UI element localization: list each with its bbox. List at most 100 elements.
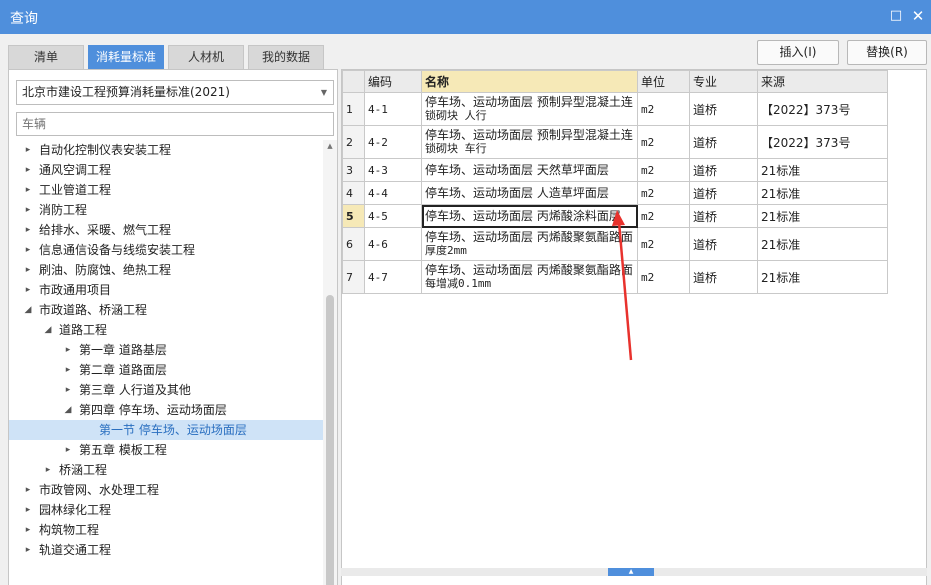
cell-code[interactable]: 4-7 — [364, 260, 422, 294]
collapsed-caret-icon[interactable]: ▸ — [23, 180, 33, 200]
collapsed-caret-icon[interactable]: ▸ — [23, 500, 33, 520]
cell-source[interactable]: 21标准 — [757, 158, 888, 182]
tree-node[interactable]: ▸ 给排水、采暖、燃气工程 — [9, 220, 323, 240]
expanded-caret-icon[interactable]: ◢ — [23, 300, 33, 320]
tab-labor-material-machine[interactable]: 人材机 — [168, 45, 244, 69]
tree-node[interactable]: ▸ 信息通信设备与线缆安装工程 — [9, 240, 323, 260]
cell-source[interactable]: 21标准 — [757, 204, 888, 228]
col-header-code[interactable]: 编码 — [364, 70, 422, 93]
cell-source[interactable]: 【2022】373号 — [757, 125, 888, 159]
cell-code[interactable]: 4-4 — [364, 181, 422, 205]
collapsed-caret-icon[interactable]: ▸ — [43, 460, 53, 480]
expanded-caret-icon[interactable]: ◢ — [43, 320, 53, 340]
cell-unit[interactable]: m2 — [637, 125, 690, 159]
collapsed-caret-icon[interactable]: ▸ — [63, 340, 73, 360]
collapsed-caret-icon[interactable]: ▸ — [23, 240, 33, 260]
table-row[interactable]: 2 4-2 停车场、运动场面层 预制异型混凝土连 锁砌块 车行 m2 道桥 【2022】37… — [342, 125, 888, 159]
collapsed-caret-icon[interactable]: ▸ — [23, 520, 33, 540]
row-number[interactable]: 1 — [342, 92, 365, 126]
collapsed-caret-icon[interactable]: ▸ — [23, 220, 33, 240]
cell-major[interactable]: 道桥 — [689, 158, 758, 182]
row-number[interactable]: 5 — [342, 204, 365, 228]
horizontal-scrollbar[interactable]: ▲ — [341, 568, 927, 576]
cell-major[interactable]: 道桥 — [689, 92, 758, 126]
col-header-source[interactable]: 来源 — [757, 70, 888, 93]
cell-name[interactable]: 停车场、运动场面层 丙烯酸涂料面层 — [421, 204, 638, 228]
tree-node[interactable]: ▸ 园林绿化工程 — [9, 500, 323, 520]
tree-node[interactable]: ▸ 市政通用项目 — [9, 280, 323, 300]
cell-major[interactable]: 道桥 — [689, 181, 758, 205]
cell-code[interactable]: 4-6 — [364, 227, 422, 261]
cell-major[interactable]: 道桥 — [689, 260, 758, 294]
cell-code[interactable]: 4-5 — [364, 204, 422, 228]
collapsed-caret-icon[interactable]: ▸ — [63, 380, 73, 400]
tree-node[interactable]: ▸ 自动化控制仪表安装工程 — [9, 140, 323, 160]
cell-name[interactable]: 停车场、运动场面层 丙烯酸聚氨酯路面 每增减0.1mm — [421, 260, 638, 294]
cell-unit[interactable]: m2 — [637, 204, 690, 228]
tree-node[interactable]: ◢ 第四章 停车场、运动场面层 — [9, 400, 323, 420]
collapsed-caret-icon[interactable]: ▸ — [23, 200, 33, 220]
tab-consumption-standard[interactable]: 消耗量标准 — [88, 45, 164, 69]
collapsed-caret-icon[interactable]: ▸ — [23, 540, 33, 560]
collapsed-caret-icon[interactable]: ▸ — [23, 140, 33, 160]
cell-source[interactable]: 【2022】373号 — [757, 92, 888, 126]
cell-name[interactable]: 停车场、运动场面层 预制异型混凝土连 锁砌块 车行 — [421, 125, 638, 159]
tree-node[interactable]: ▸ 通风空调工程 — [9, 160, 323, 180]
insert-button[interactable]: 插入(I) — [757, 40, 839, 65]
collapsed-caret-icon[interactable]: ▸ — [23, 260, 33, 280]
tree-node[interactable]: ▸ 第一章 道路基层 — [9, 340, 323, 360]
tree-node[interactable]: 第一节 停车场、运动场面层 — [9, 420, 323, 440]
tree-node[interactable]: ▸ 第三章 人行道及其他 — [9, 380, 323, 400]
tree-node[interactable]: ▸ 刷油、防腐蚀、绝热工程 — [9, 260, 323, 280]
cell-unit[interactable]: m2 — [637, 92, 690, 126]
tree-node[interactable]: ▸ 第二章 道路面层 — [9, 360, 323, 380]
cell-major[interactable]: 道桥 — [689, 204, 758, 228]
tab-bill[interactable]: 清单 — [8, 45, 84, 69]
table-row[interactable]: 4 4-4 停车场、运动场面层 人造草坪面层 m2 道桥 21标准 — [342, 181, 888, 205]
cell-major[interactable]: 道桥 — [689, 227, 758, 261]
tree-node[interactable]: ◢ 道路工程 — [9, 320, 323, 340]
cell-unit[interactable]: m2 — [637, 227, 690, 261]
cell-name[interactable]: 停车场、运动场面层 丙烯酸聚氨酯路面 厚度2mm — [421, 227, 638, 261]
row-number[interactable]: 2 — [342, 125, 365, 159]
collapsed-caret-icon[interactable]: ▸ — [63, 440, 73, 460]
tree-node[interactable]: ◢ 市政道路、桥涵工程 — [9, 300, 323, 320]
cell-unit[interactable]: m2 — [637, 158, 690, 182]
standard-select[interactable]: 北京市建设工程预算消耗量标准(2021) ▼ — [16, 80, 334, 105]
maximize-icon[interactable]: □ — [888, 8, 904, 24]
tree-node[interactable]: ▸ 消防工程 — [9, 200, 323, 220]
tree-node[interactable]: ▸ 桥涵工程 — [9, 460, 323, 480]
close-icon[interactable]: ✕ — [910, 8, 926, 24]
cell-name[interactable]: 停车场、运动场面层 天然草坪面层 — [421, 158, 638, 182]
cell-unit[interactable]: m2 — [637, 181, 690, 205]
row-number[interactable]: 7 — [342, 260, 365, 294]
expanded-caret-icon[interactable]: ◢ — [63, 400, 73, 420]
collapsed-caret-icon[interactable]: ▸ — [23, 160, 33, 180]
cell-major[interactable]: 道桥 — [689, 125, 758, 159]
scrollbar-thumb[interactable] — [326, 295, 334, 585]
col-header-major[interactable]: 专业 — [689, 70, 758, 93]
col-header-unit[interactable]: 单位 — [637, 70, 690, 93]
cell-name[interactable]: 停车场、运动场面层 人造草坪面层 — [421, 181, 638, 205]
table-row[interactable]: 1 4-1 停车场、运动场面层 预制异型混凝土连 锁砌块 人行 m2 道桥 【2022】37… — [342, 92, 888, 126]
tree-node[interactable]: ▸ 轨道交通工程 — [9, 540, 323, 560]
tree-node[interactable]: ▸ 第五章 模板工程 — [9, 440, 323, 460]
table-row[interactable]: 5 4-5 停车场、运动场面层 丙烯酸涂料面层 m2 道桥 21标准 — [342, 204, 888, 228]
cell-unit[interactable]: m2 — [637, 260, 690, 294]
search-input[interactable] — [16, 112, 334, 136]
table-row[interactable]: 3 4-3 停车场、运动场面层 天然草坪面层 m2 道桥 21标准 — [342, 158, 888, 182]
replace-button[interactable]: 替换(R) — [847, 40, 927, 65]
cell-code[interactable]: 4-3 — [364, 158, 422, 182]
cell-name[interactable]: 停车场、运动场面层 预制异型混凝土连 锁砌块 人行 — [421, 92, 638, 126]
tab-my-data[interactable]: 我的数据 — [248, 45, 324, 69]
row-number[interactable]: 3 — [342, 158, 365, 182]
tree-node[interactable]: ▸ 构筑物工程 — [9, 520, 323, 540]
cell-code[interactable]: 4-2 — [364, 125, 422, 159]
table-row[interactable]: 7 4-7 停车场、运动场面层 丙烯酸聚氨酯路面 每增减0.1mm m2 道桥 21标准 — [342, 260, 888, 294]
cell-source[interactable]: 21标准 — [757, 227, 888, 261]
tree-node[interactable]: ▸ 市政管网、水处理工程 — [9, 480, 323, 500]
cell-source[interactable]: 21标准 — [757, 260, 888, 294]
grid-splitter-icon[interactable]: ▲ — [608, 568, 654, 576]
collapsed-caret-icon[interactable]: ▸ — [23, 280, 33, 300]
collapsed-caret-icon[interactable]: ▸ — [23, 480, 33, 500]
